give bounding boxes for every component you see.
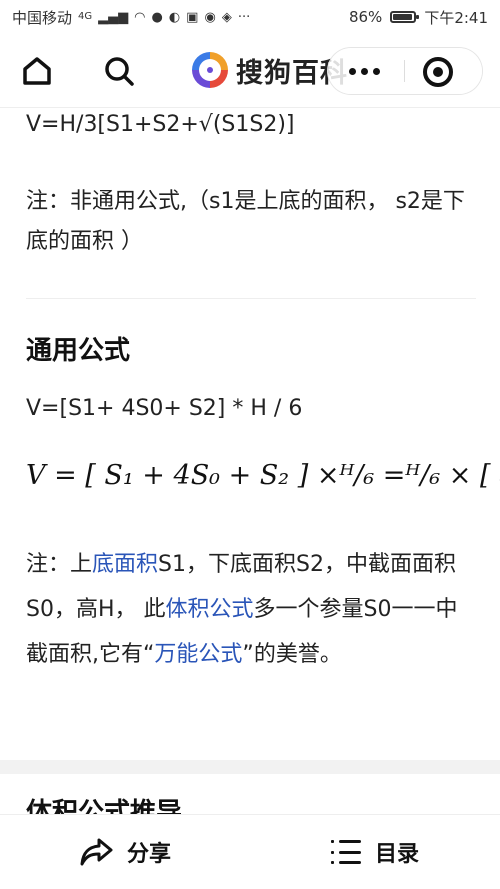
bottom-bar: 分享 目录: [0, 814, 500, 889]
list-icon: [330, 840, 361, 864]
formula-partial: V=H/3[S1+S2+√(S1S2)]: [26, 112, 295, 137]
clock: 下午2:41: [424, 8, 488, 27]
notification-icon: ●: [151, 9, 163, 25]
section-divider: [26, 298, 476, 299]
battery-icon: [390, 11, 420, 23]
share-label: 分享: [126, 842, 171, 867]
search-button[interactable]: [100, 52, 138, 90]
search-icon: [105, 57, 134, 86]
app-icon: ◐: [168, 9, 181, 25]
formula-general: V=[S1+ 4S0+ S2] * H / 6: [26, 396, 303, 421]
section-title: 通用公式: [26, 336, 131, 366]
inline-link[interactable]: 万能公式: [154, 642, 242, 667]
toc-button[interactable]: 目录: [250, 815, 500, 889]
note-non-general: 注：非通用公式,（s1是上底的面积， s2是下底的面积 ）: [26, 189, 465, 254]
wifi-icon: ◠: [134, 9, 146, 25]
battery-percent: 86%: [348, 8, 383, 26]
nav-bar: 搜狗百科: [0, 34, 500, 108]
brand[interactable]: 搜狗百科: [192, 50, 348, 90]
more-icon-dot: [360, 67, 368, 75]
status-right: 86% 下午2:41: [349, 7, 488, 28]
status-bar: 中国移动 4G ▂▄▆ ◠ ● ◐ ▣ ◉ ◈ ··· 86% 下午2:41: [0, 0, 500, 34]
battery-fill: [393, 14, 413, 20]
share-button[interactable]: 分享: [0, 815, 250, 889]
close-icon: [423, 57, 453, 87]
note-general: 注：上底面积S1，下底面积S2，中截面面积S0，高H， 此体积公式多一个参量S0…: [26, 542, 476, 677]
more-button[interactable]: [328, 48, 400, 94]
more-icon: [348, 67, 356, 75]
note-text: ”的美誉。: [242, 642, 342, 667]
network-icon: 4G: [78, 11, 93, 22]
status-left: 中国移动 4G ▂▄▆ ◠ ● ◐ ▣ ◉ ◈ ···: [12, 7, 250, 28]
inline-link[interactable]: 体积公式: [166, 597, 254, 622]
mini-program-capsule: [328, 48, 482, 94]
capsule-divider: [404, 60, 405, 82]
more-icon-dot: [372, 67, 380, 75]
home-icon: [23, 57, 51, 85]
section-separator: [0, 760, 500, 774]
inline-link[interactable]: 底面积: [92, 552, 158, 577]
app-icon: ◈: [221, 9, 232, 25]
close-button[interactable]: [420, 54, 456, 90]
app-icon: ▣: [186, 9, 199, 25]
share-icon: [80, 838, 113, 866]
note-text: 注：上: [26, 552, 93, 577]
app-icon: ◉: [204, 9, 216, 25]
formula-image: V = [ S₁ + 4S₀ + S₂ ] ×ᴴ/₆ =ᴴ/₆ × [ a₁ ×…: [26, 460, 500, 491]
carrier-label: 中国移动: [12, 8, 73, 27]
toc-label: 目录: [374, 842, 419, 867]
more-notifications-icon: ···: [237, 9, 251, 25]
sogou-baike-logo: [192, 52, 228, 88]
home-button[interactable]: [18, 52, 56, 90]
signal-icon: ▂▄▆: [98, 9, 129, 25]
